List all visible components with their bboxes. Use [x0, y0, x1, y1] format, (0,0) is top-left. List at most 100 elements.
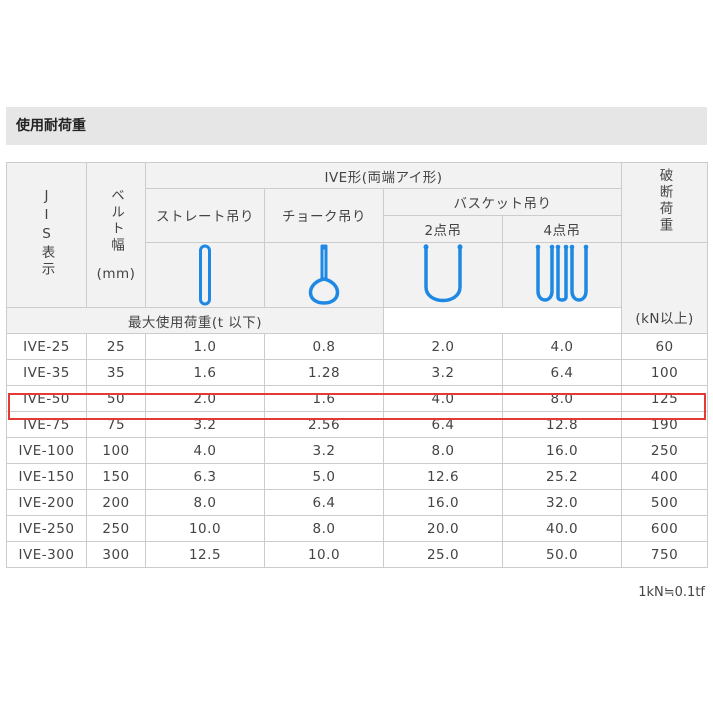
straight-cell: 6.3 — [145, 463, 265, 490]
belt-width-cell: 50 — [86, 385, 146, 412]
breaking-load-cell: 400 — [621, 463, 709, 490]
straight-cell: 12.5 — [145, 541, 265, 568]
belt-width-cell: 75 — [86, 411, 146, 438]
breaking-load-cell: 60 — [621, 333, 709, 360]
table-row: IVE-150 150 6.3 5.0 12.6 25.2 400 — [6, 463, 709, 490]
jis-cell: IVE-75 — [6, 411, 87, 438]
basket-2pt-icon — [423, 244, 463, 303]
load-capacity-table: JIS表示 ベルト幅 (mm) IVE形(両端アイ形) 破断荷重 ストレート吊り… — [6, 162, 709, 568]
basket-4pt-cell: 6.4 — [501, 359, 623, 386]
jis-cell: IVE-250 — [6, 515, 87, 542]
jis-cell: IVE-35 — [6, 359, 87, 386]
basket-4pt-cell: 25.2 — [501, 463, 623, 490]
belt-width-cell: 35 — [86, 359, 146, 386]
basket-2pt-cell: 25.0 — [383, 541, 503, 568]
jis-cell: IVE-200 — [6, 489, 87, 516]
choke-cell: 1.28 — [264, 359, 384, 386]
belt-width-cell: 200 — [86, 489, 146, 516]
jis-header-label: JIS表示 — [38, 188, 55, 278]
jis-cell: IVE-300 — [6, 541, 87, 568]
table-row: IVE-50 50 2.0 1.6 4.0 8.0 125 — [6, 385, 709, 412]
breaking-load-unit: (kN以上) — [635, 311, 694, 327]
basket-2pt-cell: 8.0 — [383, 437, 503, 464]
breaking-load-label: 破断荷重 — [656, 167, 673, 234]
breaking-load-unit-cell: (kN以上) — [621, 242, 709, 334]
straight-cell: 10.0 — [145, 515, 265, 542]
basket-header: バスケット吊り — [382, 188, 623, 216]
section-title: 使用耐荷重 — [6, 107, 707, 145]
choke-sling-icon — [308, 244, 340, 305]
basket-2pt-image — [383, 242, 503, 308]
jis-cell: IVE-25 — [6, 333, 87, 360]
basket-2pt-header: 2点吊 — [383, 215, 503, 243]
choke-cell: 8.0 — [264, 515, 384, 542]
belt-width-cell: 25 — [86, 333, 146, 360]
basket-2pt-cell: 16.0 — [383, 489, 503, 516]
belt-width-label: ベルト幅 — [108, 188, 124, 254]
jis-cell: IVE-150 — [6, 463, 87, 490]
basket-4pt-cell: 8.0 — [501, 385, 623, 412]
choke-cell: 5.0 — [264, 463, 384, 490]
table-row: IVE-25 25 1.0 0.8 2.0 4.0 60 — [6, 333, 709, 360]
belt-width-cell: 250 — [86, 515, 146, 542]
straight-header: ストレート吊り — [145, 188, 265, 243]
choke-cell: 2.56 — [264, 411, 384, 438]
jis-cell: IVE-50 — [6, 385, 87, 412]
belt-width-cell: 100 — [86, 437, 146, 464]
table-row: IVE-35 35 1.6 1.28 3.2 6.4 100 — [6, 359, 709, 386]
basket-2pt-cell: 4.0 — [383, 385, 503, 412]
breaking-load-header: 破断荷重 — [621, 162, 709, 243]
basket-4pt-cell: 16.0 — [501, 437, 623, 464]
basket-4pt-cell: 12.8 — [501, 411, 623, 438]
straight-sling-icon — [199, 244, 211, 306]
straight-cell: 4.0 — [145, 437, 265, 464]
belt-width-cell: 150 — [86, 463, 146, 490]
basket-2pt-cell: 20.0 — [383, 515, 503, 542]
table-body: IVE-25 25 1.0 0.8 2.0 4.0 60 IVE-35 35 1.6 1.28 3.2… — [6, 333, 709, 568]
breaking-load-cell: 125 — [621, 385, 709, 412]
choke-cell: 0.8 — [264, 333, 384, 360]
table-row: IVE-250 250 10.0 8.0 20.0 40.0 600 — [6, 515, 709, 542]
choke-header: チョーク吊り — [264, 188, 384, 243]
straight-cell: 1.0 — [145, 333, 265, 360]
straight-sling-image — [145, 242, 265, 308]
basket-4pt-cell: 50.0 — [501, 541, 623, 568]
jis-header: JIS表示 — [6, 162, 87, 308]
choke-sling-image — [264, 242, 384, 308]
choke-cell: 10.0 — [264, 541, 384, 568]
basket-4pt-cell: 40.0 — [501, 515, 623, 542]
table-row: IVE-75 75 3.2 2.56 6.4 12.8 190 — [6, 411, 709, 438]
breaking-load-cell: 500 — [621, 489, 709, 516]
ive-group-header: IVE形(両端アイ形) — [144, 162, 623, 189]
max-load-header: 最大使用荷重(t 以下) — [6, 307, 384, 334]
table-row: IVE-100 100 4.0 3.2 8.0 16.0 250 — [6, 437, 709, 464]
basket-4pt-cell: 4.0 — [501, 333, 623, 360]
basket-4pt-image — [501, 242, 623, 308]
basket-2pt-cell: 2.0 — [383, 333, 503, 360]
breaking-load-cell: 190 — [621, 411, 709, 438]
breaking-load-cell: 250 — [621, 437, 709, 464]
straight-cell: 2.0 — [145, 385, 265, 412]
straight-cell: 3.2 — [145, 411, 265, 438]
breaking-load-cell: 750 — [621, 541, 709, 568]
straight-cell: 8.0 — [145, 489, 265, 516]
belt-width-cell: 300 — [86, 541, 146, 568]
basket-2pt-cell: 6.4 — [383, 411, 503, 438]
basket-4pt-cell: 32.0 — [501, 489, 623, 516]
choke-cell: 6.4 — [264, 489, 384, 516]
straight-cell: 1.6 — [145, 359, 265, 386]
basket-2pt-cell: 12.6 — [383, 463, 503, 490]
belt-width-unit: (mm) — [96, 266, 136, 282]
choke-cell: 1.6 — [264, 385, 384, 412]
jis-cell: IVE-100 — [6, 437, 87, 464]
table-row: IVE-200 200 8.0 6.4 16.0 32.0 500 — [6, 489, 709, 516]
choke-cell: 3.2 — [264, 437, 384, 464]
basket-2pt-cell: 3.2 — [383, 359, 503, 386]
breaking-load-cell: 100 — [621, 359, 709, 386]
unit-note: 1kN≒0.1tf — [638, 585, 705, 600]
breaking-load-cell: 600 — [621, 515, 709, 542]
basket-4pt-header: 4点吊 — [501, 215, 623, 243]
table-row: IVE-300 300 12.5 10.0 25.0 50.0 750 — [6, 541, 709, 568]
basket-4pt-icon — [535, 244, 589, 302]
belt-width-header: ベルト幅 (mm) — [86, 162, 146, 308]
